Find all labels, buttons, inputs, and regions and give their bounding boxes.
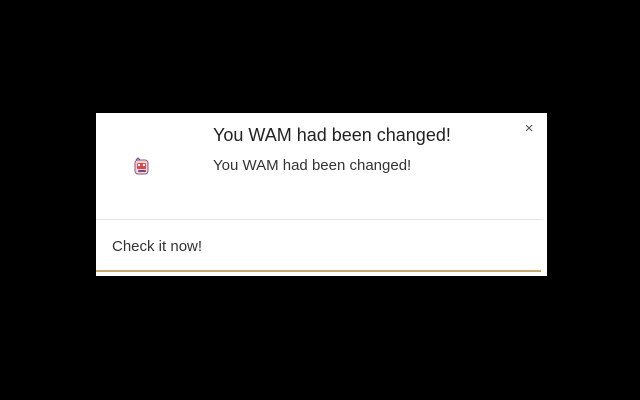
close-icon[interactable]: × xyxy=(521,120,537,138)
divider xyxy=(96,219,543,220)
action-underline xyxy=(96,270,541,272)
notification-title: You WAM had been changed! xyxy=(213,125,451,145)
notification-popup: You WAM had been changed! You WAM had be… xyxy=(96,113,547,276)
app-extension-icon xyxy=(132,157,152,177)
check-it-now-button[interactable]: Check it now! xyxy=(112,238,202,255)
screen-backdrop: You WAM had been changed! You WAM had be… xyxy=(0,0,640,400)
notification-message: You WAM had been changed! xyxy=(213,157,412,174)
